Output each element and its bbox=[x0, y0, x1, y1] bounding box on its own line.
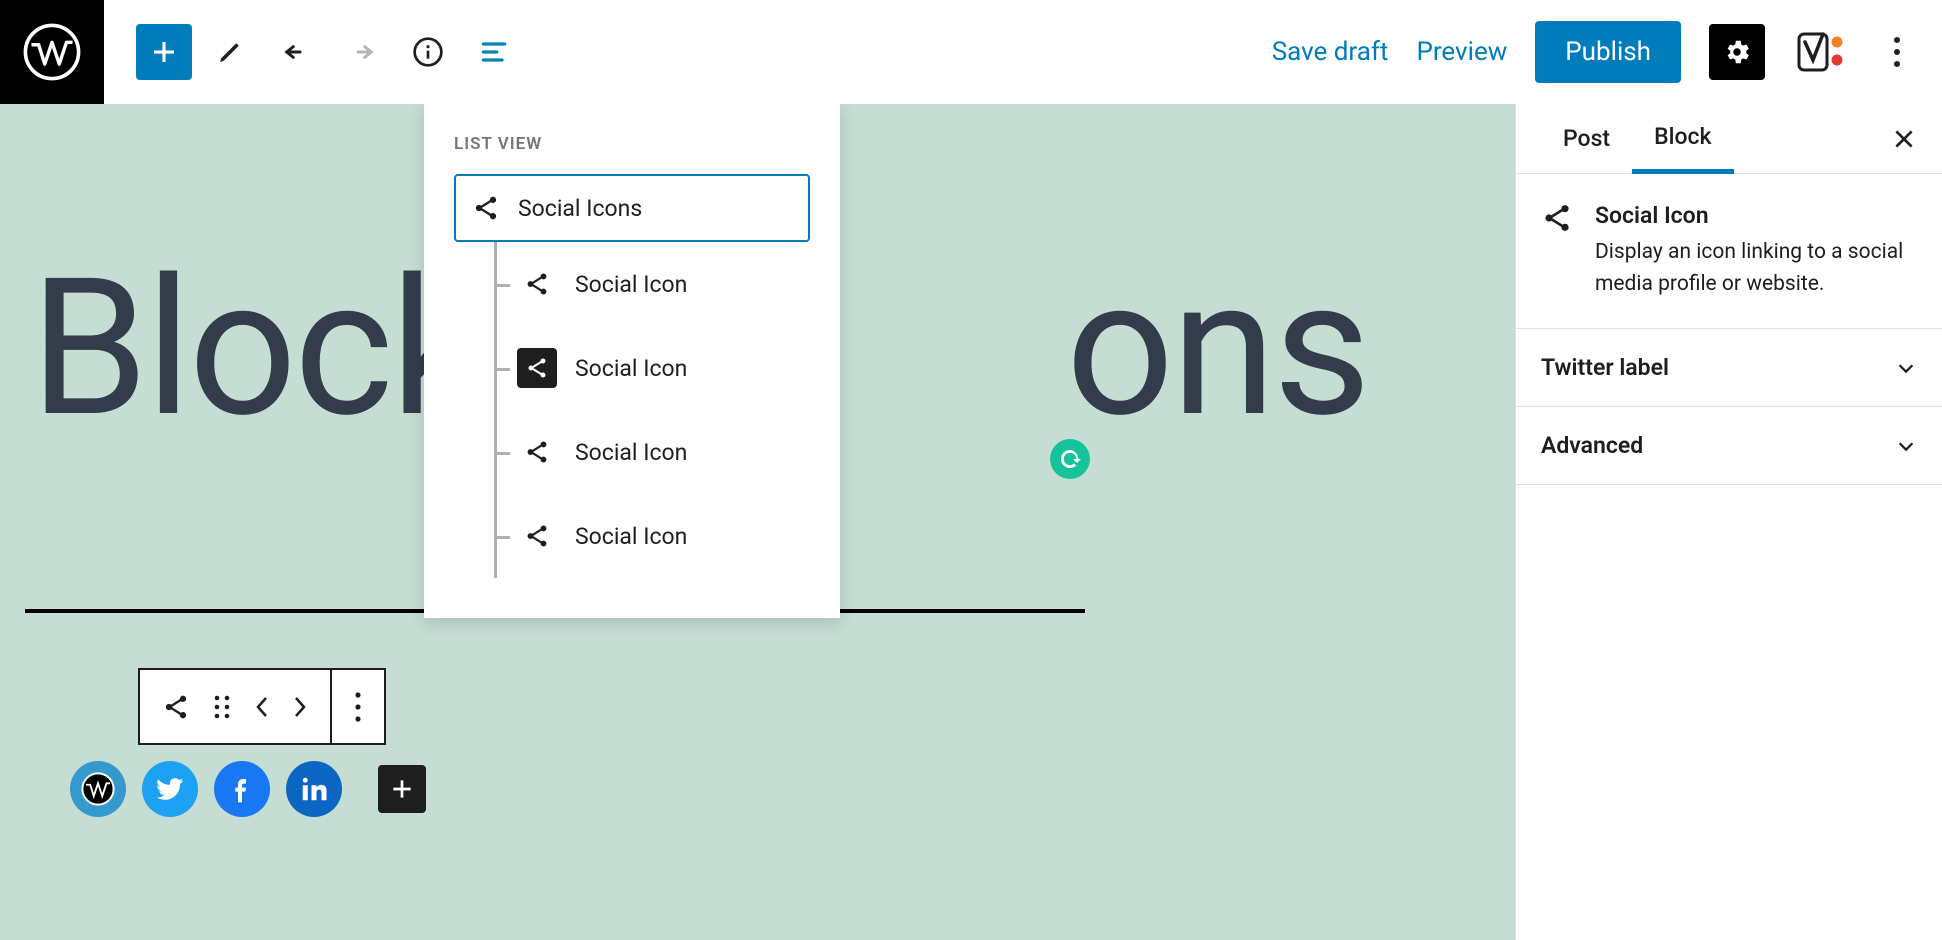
block-description: Display an icon linking to a social medi… bbox=[1595, 237, 1917, 300]
drag-handle-icon[interactable] bbox=[212, 693, 232, 721]
listview-item-label: Social Icon bbox=[575, 355, 687, 382]
plus-icon bbox=[149, 37, 179, 67]
grammarly-icon bbox=[1058, 447, 1082, 471]
tools-button[interactable] bbox=[202, 24, 258, 80]
listview-item-social-icon[interactable]: Social Icon bbox=[497, 494, 840, 578]
social-icon-facebook[interactable] bbox=[214, 761, 270, 817]
top-toolbar: Save draft Preview Publish bbox=[0, 0, 1942, 104]
block-info: Social Icon Display an icon linking to a… bbox=[1516, 174, 1942, 329]
close-icon bbox=[1891, 126, 1917, 152]
add-social-icon-button[interactable] bbox=[378, 765, 426, 813]
settings-sidebar: Post Block Social Icon Display an icon l… bbox=[1515, 104, 1942, 940]
panel-advanced[interactable]: Advanced bbox=[1516, 407, 1942, 485]
block-toolbar bbox=[138, 668, 386, 745]
social-icons-block[interactable] bbox=[70, 761, 426, 817]
listview-item-social-icon[interactable]: Social Icon bbox=[497, 410, 840, 494]
toolbar-left bbox=[136, 24, 522, 80]
share-icon[interactable] bbox=[162, 693, 190, 721]
tab-block[interactable]: Block bbox=[1632, 105, 1733, 174]
close-sidebar-button[interactable] bbox=[1891, 126, 1917, 152]
listview-item-social-icons[interactable]: Social Icons bbox=[454, 174, 810, 242]
wordpress-icon bbox=[81, 772, 115, 806]
share-icon bbox=[517, 348, 557, 388]
share-icon bbox=[1541, 202, 1573, 234]
title-part-2: ons bbox=[1066, 238, 1368, 460]
move-left-icon[interactable] bbox=[254, 694, 270, 720]
social-icon-linkedin[interactable] bbox=[286, 761, 342, 817]
linkedin-icon bbox=[299, 774, 329, 804]
info-button[interactable] bbox=[400, 24, 456, 80]
gear-icon bbox=[1722, 37, 1752, 67]
wordpress-icon bbox=[23, 23, 81, 81]
facebook-icon bbox=[226, 773, 258, 805]
share-icon bbox=[517, 432, 557, 472]
block-more-icon[interactable] bbox=[354, 691, 362, 723]
info-icon bbox=[412, 36, 444, 68]
redo-button[interactable] bbox=[334, 24, 390, 80]
editor-canvas[interactable]: Block Vons bbox=[0, 104, 1515, 940]
panel-twitter-label[interactable]: Twitter label bbox=[1516, 329, 1942, 407]
plus-icon bbox=[389, 776, 415, 802]
yoast-button[interactable] bbox=[1793, 24, 1849, 80]
social-icon-twitter[interactable] bbox=[142, 761, 198, 817]
listview-item-social-icon[interactable]: Social Icon bbox=[497, 242, 840, 326]
redo-icon bbox=[346, 36, 378, 68]
listview-item-label: Social Icon bbox=[575, 271, 687, 298]
sidebar-tabs: Post Block bbox=[1516, 104, 1942, 174]
panel-label: Twitter label bbox=[1541, 354, 1669, 381]
listview-panel: LIST VIEW Social Icons Social Icon Socia… bbox=[424, 104, 840, 618]
move-right-icon[interactable] bbox=[292, 694, 308, 720]
block-title: Social Icon bbox=[1595, 202, 1917, 229]
share-icon bbox=[517, 516, 557, 556]
save-draft-link[interactable]: Save draft bbox=[1272, 37, 1389, 67]
grammarly-badge[interactable] bbox=[1050, 439, 1090, 479]
twitter-icon bbox=[154, 773, 186, 805]
undo-icon bbox=[280, 36, 312, 68]
chevron-down-icon bbox=[1895, 435, 1917, 457]
listview-item-label: Social Icons bbox=[518, 195, 642, 222]
listview-item-social-icon[interactable]: Social Icon bbox=[497, 326, 840, 410]
preview-link[interactable]: Preview bbox=[1416, 37, 1507, 67]
chevron-down-icon bbox=[1895, 357, 1917, 379]
listview-button[interactable] bbox=[466, 24, 522, 80]
add-block-button[interactable] bbox=[136, 24, 192, 80]
undo-button[interactable] bbox=[268, 24, 324, 80]
listview-item-label: Social Icon bbox=[575, 523, 687, 550]
outline-icon bbox=[478, 36, 510, 68]
main: Block Vons bbox=[0, 104, 1942, 940]
settings-button[interactable] bbox=[1709, 24, 1765, 80]
panel-label: Advanced bbox=[1541, 432, 1643, 459]
share-icon bbox=[517, 264, 557, 304]
yoast-icon bbox=[1797, 28, 1845, 76]
more-options-button[interactable] bbox=[1877, 24, 1917, 80]
toolbar-right: Save draft Preview Publish bbox=[1272, 21, 1917, 83]
wp-logo-button[interactable] bbox=[0, 0, 104, 104]
social-icon-wordpress[interactable] bbox=[70, 761, 126, 817]
tab-post[interactable]: Post bbox=[1541, 104, 1632, 173]
listview-children: Social Icon Social Icon Social Icon Soci… bbox=[494, 242, 840, 578]
kebab-icon bbox=[1893, 36, 1901, 68]
listview-heading: LIST VIEW bbox=[424, 134, 840, 174]
publish-button[interactable]: Publish bbox=[1535, 21, 1681, 83]
listview-item-label: Social Icon bbox=[575, 439, 687, 466]
share-icon bbox=[472, 194, 500, 222]
pencil-icon bbox=[215, 37, 245, 67]
